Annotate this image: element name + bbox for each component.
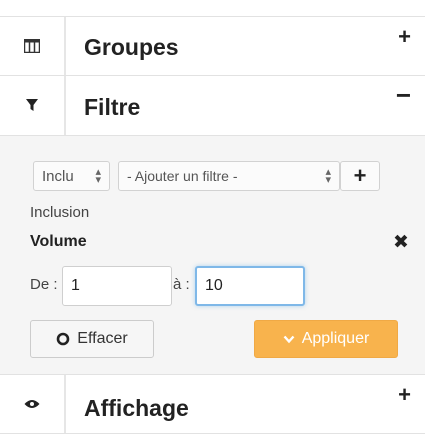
inclusion-label: Inclusion bbox=[30, 204, 90, 221]
groupes-title: Groupes bbox=[84, 34, 179, 60]
select-arrows-icon: ▴ ▾ bbox=[325, 166, 331, 186]
affichage-expand-toggle[interactable]: + bbox=[398, 384, 411, 406]
eye-icon bbox=[0, 375, 66, 433]
circle-o-icon bbox=[56, 332, 70, 346]
groupes-expand-toggle[interactable]: + bbox=[398, 26, 411, 48]
affichage-title: Affichage bbox=[84, 395, 189, 421]
filter-panel: Inclu ▴ ▾ - Ajouter un filtre - ▴ ▾ + Incl… bbox=[0, 136, 425, 374]
add-filter-button[interactable]: + bbox=[340, 161, 380, 191]
apply-button-label: Appliquer bbox=[301, 330, 370, 347]
table-columns-icon bbox=[0, 17, 66, 75]
funnel-icon bbox=[0, 76, 66, 135]
add-filter-select[interactable]: - Ajouter un filtre - ▴ ▾ bbox=[118, 161, 340, 191]
chevron-down-icon bbox=[283, 335, 295, 343]
volume-field-label: Volume bbox=[30, 233, 87, 250]
filtre-title: Filtre bbox=[84, 94, 141, 120]
remove-filter-icon[interactable]: ✖ bbox=[393, 231, 409, 254]
inclusion-mode-select[interactable]: Inclu ▴ ▾ bbox=[33, 161, 110, 191]
to-label: à : bbox=[173, 276, 190, 293]
clear-button[interactable]: Effacer bbox=[30, 320, 154, 358]
from-value-input[interactable] bbox=[62, 266, 172, 306]
apply-button[interactable]: Appliquer bbox=[254, 320, 398, 358]
plus-icon: + bbox=[353, 163, 367, 188]
accordion-groupes[interactable]: Groupes + bbox=[0, 16, 425, 76]
inclusion-mode-value: Inclu bbox=[42, 167, 74, 185]
select-arrows-icon: ▴ ▾ bbox=[95, 166, 101, 186]
from-label: De : bbox=[30, 276, 58, 293]
accordion-filtre[interactable]: Filtre − bbox=[0, 76, 425, 136]
to-value-input[interactable] bbox=[195, 266, 305, 306]
accordion-affichage[interactable]: Affichage + bbox=[0, 374, 425, 434]
clear-button-label: Effacer bbox=[77, 330, 128, 347]
filtre-collapse-toggle[interactable]: − bbox=[396, 82, 411, 108]
add-filter-select-value: - Ajouter un filtre - bbox=[127, 168, 238, 184]
